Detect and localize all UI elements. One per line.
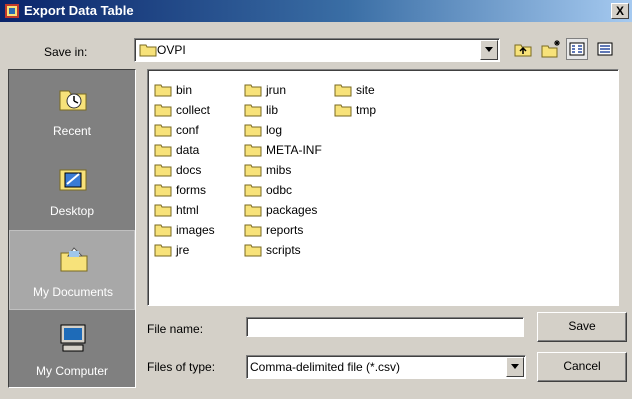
list-item-label: jrun bbox=[266, 83, 287, 97]
folder-icon bbox=[154, 204, 172, 217]
my-documents-icon bbox=[60, 247, 88, 272]
save-button-label: Save bbox=[568, 319, 596, 333]
folder-icon bbox=[154, 184, 172, 197]
list-item-label: reports bbox=[266, 223, 304, 237]
folder-icon bbox=[154, 124, 172, 137]
folder-icon bbox=[244, 104, 262, 117]
list-item-label: log bbox=[266, 123, 283, 137]
recent-clock-folder-icon bbox=[59, 90, 87, 111]
file-name-label: File name: bbox=[147, 322, 204, 336]
file-type-value: Comma-delimited file (*.csv) bbox=[250, 360, 401, 374]
list-item-label: bin bbox=[176, 83, 193, 97]
list-item-label: odbc bbox=[266, 183, 293, 197]
title-bar[interactable]: Export Data Table X bbox=[0, 0, 632, 22]
cancel-button-label: Cancel bbox=[563, 359, 601, 373]
export-dialog: Export Data Table X Save in: OVPI Recent… bbox=[0, 0, 632, 399]
file-list[interactable]: bin collect conf data docs forms html images jre… bbox=[147, 69, 619, 306]
cancel-button[interactable]: Cancel bbox=[537, 352, 627, 382]
folder-icon bbox=[154, 244, 172, 257]
file-name-input[interactable] bbox=[246, 317, 524, 337]
folder-icon bbox=[154, 224, 172, 237]
details-view-button[interactable] bbox=[594, 38, 616, 60]
list-view-button[interactable] bbox=[566, 38, 588, 60]
list-item-label: site bbox=[356, 83, 375, 97]
folder-icon bbox=[334, 84, 352, 97]
list-view-icon bbox=[569, 42, 585, 56]
list-item-label: html bbox=[176, 203, 199, 217]
place-my-computer[interactable]: My Computer bbox=[9, 310, 135, 387]
folder-icon bbox=[154, 84, 172, 97]
folder-icon bbox=[244, 84, 262, 97]
app-icon bbox=[5, 4, 19, 18]
place-desktop-label: Desktop bbox=[49, 204, 95, 218]
list-item-label: forms bbox=[176, 183, 206, 197]
places-bar: Recent Desktop My Documents My Computer bbox=[8, 69, 136, 388]
list-item-label: images bbox=[176, 223, 215, 237]
place-desktop[interactable]: Desktop bbox=[9, 150, 135, 230]
list-item-label: META-INF bbox=[266, 143, 322, 157]
place-my-documents-label: My Documents bbox=[32, 285, 114, 299]
folder-icon bbox=[154, 164, 172, 177]
list-item-label: docs bbox=[176, 163, 202, 177]
place-recent-label: Recent bbox=[52, 124, 92, 138]
chevron-down-icon[interactable] bbox=[480, 40, 498, 60]
window-title: Export Data Table bbox=[24, 3, 134, 18]
folder-icon bbox=[334, 104, 352, 117]
folder-icon bbox=[154, 104, 172, 117]
list-item-label: conf bbox=[176, 123, 199, 137]
place-recent[interactable]: Recent bbox=[9, 70, 135, 150]
list-item-label: lib bbox=[266, 103, 279, 117]
folder-icon bbox=[139, 44, 157, 57]
list-item-label: mibs bbox=[266, 163, 292, 177]
list-item-label: jre bbox=[176, 243, 190, 257]
folder-icon bbox=[244, 164, 262, 177]
folder-icon bbox=[154, 144, 172, 157]
folder-icon bbox=[244, 144, 262, 157]
my-computer-icon bbox=[60, 324, 86, 352]
close-icon: X bbox=[615, 4, 624, 18]
place-my-documents[interactable]: My Documents bbox=[9, 230, 135, 310]
folder-icon bbox=[244, 224, 262, 237]
details-view-icon bbox=[597, 42, 613, 56]
folder-icon bbox=[244, 124, 262, 137]
list-item-label: collect bbox=[176, 103, 211, 117]
place-my-computer-label: My Computer bbox=[35, 364, 109, 378]
save-in-dropdown[interactable]: OVPI bbox=[134, 38, 500, 62]
folder-icon bbox=[244, 184, 262, 197]
save-in-label: Save in: bbox=[44, 45, 88, 59]
close-button[interactable]: X bbox=[611, 3, 629, 19]
list-item-label: tmp bbox=[356, 103, 377, 117]
chevron-down-icon[interactable] bbox=[506, 357, 524, 377]
folder-icon bbox=[244, 244, 262, 257]
file-type-label: Files of type: bbox=[147, 360, 216, 374]
folder-icon bbox=[244, 204, 262, 217]
create-new-folder-icon bbox=[541, 40, 560, 58]
list-item-label: scripts bbox=[266, 243, 301, 257]
save-button[interactable]: Save bbox=[537, 312, 627, 342]
list-item-label: packages bbox=[266, 203, 318, 217]
up-one-level-icon bbox=[514, 44, 532, 57]
save-in-value: OVPI bbox=[157, 43, 186, 57]
desktop-icon bbox=[59, 169, 87, 191]
file-type-dropdown[interactable]: Comma-delimited file (*.csv) bbox=[246, 355, 526, 379]
new-folder-button[interactable] bbox=[540, 38, 562, 60]
up-one-level-button[interactable] bbox=[512, 38, 534, 60]
list-item-label: data bbox=[176, 143, 200, 157]
